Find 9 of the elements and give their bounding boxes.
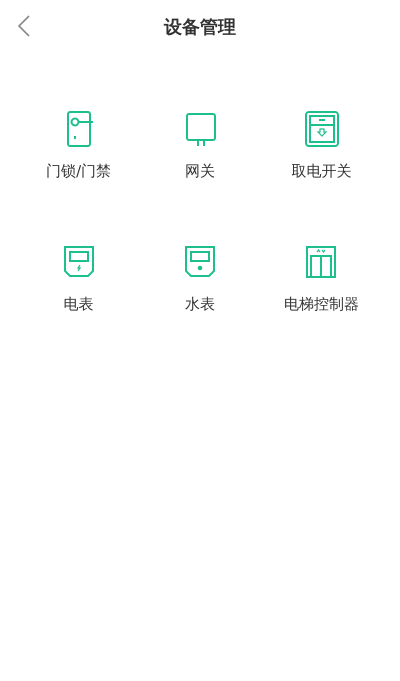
device-label[interactable]: 电表: [64, 295, 94, 314]
device-label[interactable]: 网关: [184, 162, 215, 181]
page-title: 设备管理: [164, 16, 236, 39]
device-label[interactable]: 门锁/门禁: [46, 162, 112, 181]
back-icon[interactable]: [18, 15, 30, 37]
switch-panel-icon[interactable]: [303, 110, 340, 148]
device-label[interactable]: 取电开关: [291, 162, 352, 181]
device-label[interactable]: 电梯控制器: [284, 295, 359, 314]
device-label[interactable]: 水表: [184, 295, 215, 314]
